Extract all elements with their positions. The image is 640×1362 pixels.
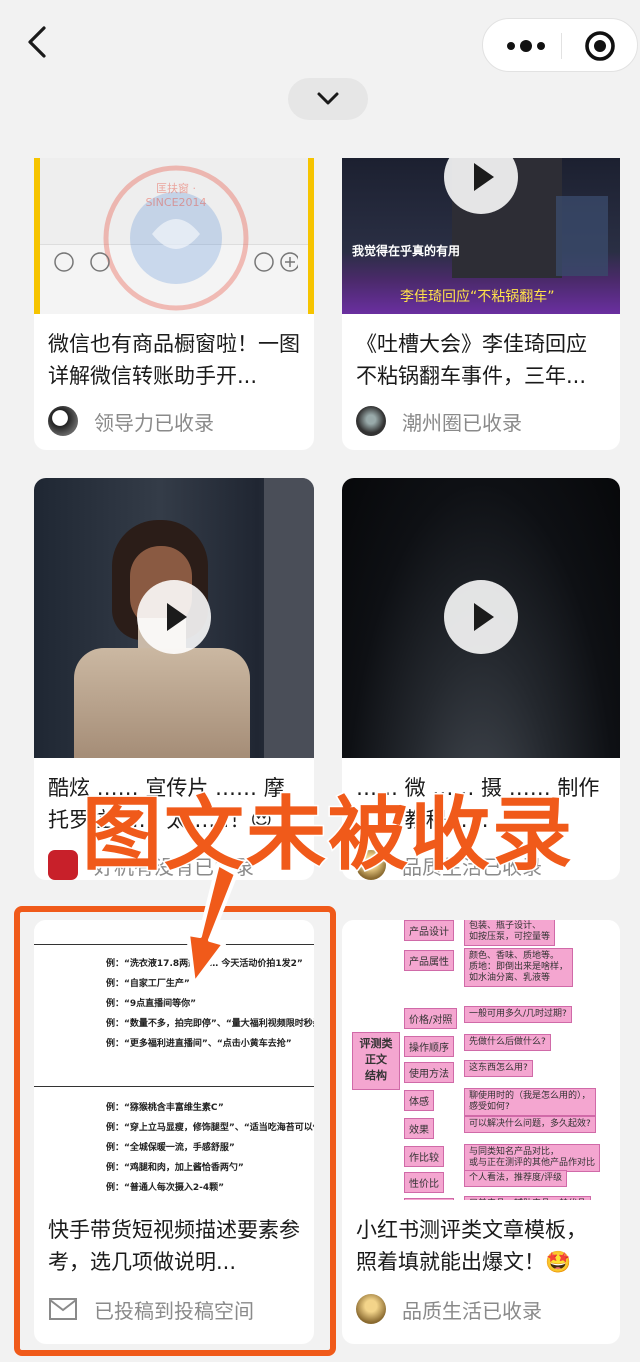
card-source: 品质生活已收录 xyxy=(356,1292,610,1326)
source-label: 潮州圈已收录 xyxy=(402,410,522,435)
content-card[interactable]: 评测类 正文 结构 产品设计 包装、瓶子设计、 如按压泵，可控量等 产品属性 颜色、香… xyxy=(342,920,620,1344)
mindmap-value: 聊使用时的（我是怎么用的）， 感受如何? xyxy=(464,1088,596,1116)
play-button[interactable] xyxy=(444,580,518,654)
card-source: 潮州圈已收录 xyxy=(356,404,610,438)
mindmap-key: 使用方法 xyxy=(404,1062,454,1083)
emoji-toolbar-icons xyxy=(54,252,298,272)
card-thumbnail xyxy=(34,478,314,758)
annotation-text: 图文未被收录 xyxy=(81,787,574,883)
content-card[interactable]: 我觉得在乎真的有用 李佳琦回应“不粘锅翻车” 《吐槽大会》李佳琦回应不粘锅翻车事… xyxy=(342,158,620,450)
more-dots-icon[interactable] xyxy=(501,31,551,61)
mindmap-key: 价格/对照 xyxy=(404,1008,458,1029)
mindmap-key: 操作顺序 xyxy=(404,1036,454,1057)
chevron-down-icon xyxy=(317,92,339,105)
top-nav-bar xyxy=(0,0,640,88)
mindmap-key: 性价比 xyxy=(404,1172,444,1193)
capsule-divider xyxy=(561,33,562,59)
avatar xyxy=(356,1294,386,1324)
mindmap-key: 产品设计 xyxy=(404,920,454,941)
mindmap-value: 先做什么后做什么? xyxy=(464,1034,551,1051)
mindmap-value: 兄弟产品，辅助产品，替代品 xyxy=(464,1196,592,1200)
card-thumbnail: 我觉得在乎真的有用 李佳琦回应“不粘锅翻车” xyxy=(342,158,620,314)
card-thumbnail: 评测类 正文 结构 产品设计 包装、瓶子设计、 如按压泵，可控量等 产品属性 颜色、香… xyxy=(342,920,620,1200)
mindmap-value: 与同类知名产品对比， 或与正在测评的其他产品作对比 xyxy=(464,1144,601,1172)
mindmap-key: 效果 xyxy=(404,1118,434,1139)
avatar xyxy=(48,850,78,880)
collapse-button[interactable] xyxy=(288,78,368,120)
source-label: 品质生活已收录 xyxy=(402,1298,542,1323)
mindmap-value: 一般可用多久/几时过期? xyxy=(464,1006,572,1023)
card-source: 领导力已收录 xyxy=(48,404,304,438)
content-card[interactable]: 匡扶窗 · SINCE2014 微信也有商品橱窗啦！一图详解微信转账助手开...… xyxy=(34,158,314,450)
card-title: 《吐槽大会》李佳琦回应不粘锅翻车事件，三年... xyxy=(356,332,587,388)
mindmap-key: 产品属性 xyxy=(404,950,454,971)
mindmap-key: 作比较 xyxy=(404,1146,444,1167)
chevron-left-icon[interactable] xyxy=(24,24,54,60)
mindmap-center: 评测类 正文 结构 xyxy=(352,1032,400,1090)
mindmap-value: 颜色、香味、质地等。 质地：即倒出来是啥样， 如水油分离、乳液等 xyxy=(464,948,574,987)
mindmap-key: 顺带安利 xyxy=(404,1198,454,1200)
avatar xyxy=(48,406,78,436)
mindmap-value: 包装、瓶子设计、 如按压泵，可控量等 xyxy=(464,920,556,946)
video-caption-highlight: 李佳琦回应“不粘锅翻车” xyxy=(400,289,555,305)
play-button[interactable] xyxy=(137,580,211,654)
source-label: 领导力已收录 xyxy=(94,410,214,435)
avatar xyxy=(356,406,386,436)
mindmap-key: 体感 xyxy=(404,1090,434,1111)
video-caption: 我觉得在乎真的有用 xyxy=(352,244,461,258)
watermark-text: 匡扶窗 · SINCE2014 xyxy=(145,182,207,209)
target-close-icon[interactable] xyxy=(583,29,617,63)
card-thumbnail xyxy=(342,478,620,758)
card-title: 微信也有商品橱窗啦！一图详解微信转账助手开... xyxy=(48,332,300,388)
card-title: 小红书测评类文章模板，照着填就能出爆文！🤩 xyxy=(356,1218,587,1274)
mindmap-value: 个人看法，推荐度/评级 xyxy=(464,1170,568,1187)
mini-program-capsule xyxy=(482,18,638,72)
mindmap-value: 这东西怎么用? xyxy=(464,1060,533,1077)
mindmap-value: 可以解决什么问题，多久起效? xyxy=(464,1116,596,1133)
card-thumbnail: 匡扶窗 · SINCE2014 xyxy=(34,158,314,314)
